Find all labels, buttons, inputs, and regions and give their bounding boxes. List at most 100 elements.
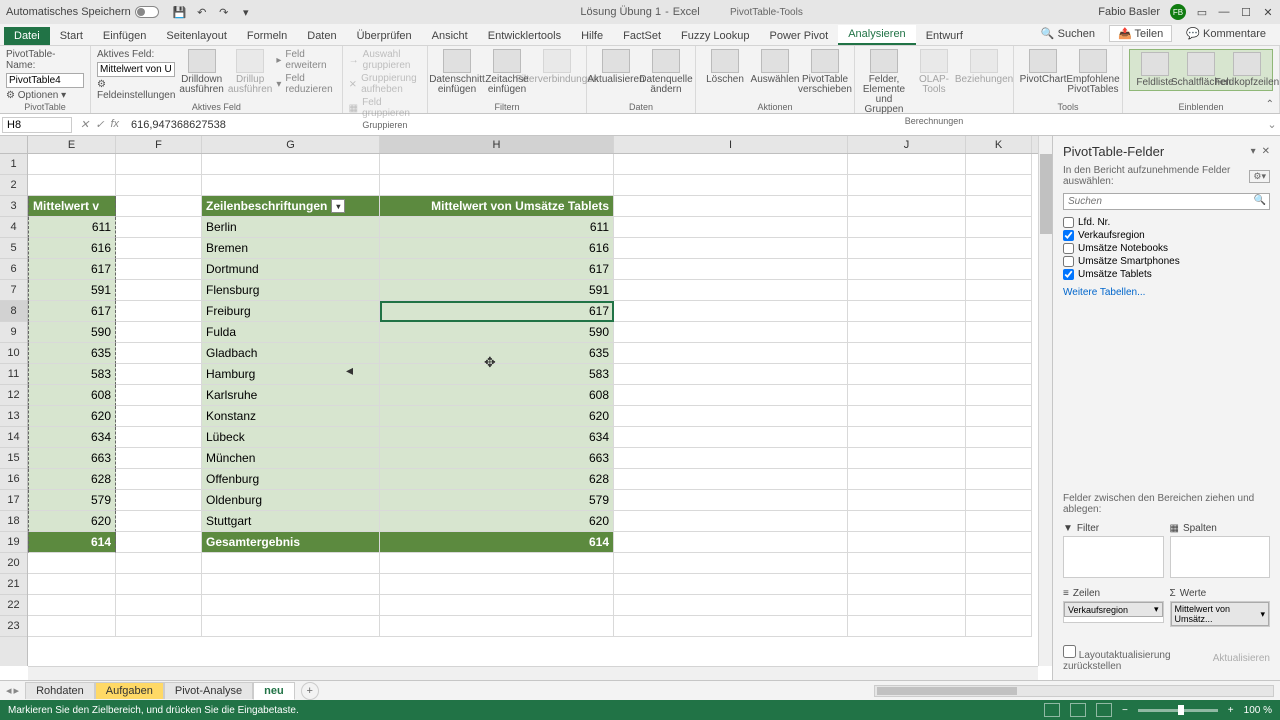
cell-empty[interactable] [966, 280, 1032, 301]
row-5[interactable]: 5 [0, 238, 27, 259]
tab-powerpivot[interactable]: Power Pivot [760, 27, 839, 45]
pivot-row-label[interactable]: Hamburg [202, 364, 380, 385]
cell-empty[interactable] [116, 259, 202, 280]
cell-empty[interactable] [380, 553, 614, 574]
sheet-tab-pivot[interactable]: Pivot-Analyse [164, 682, 253, 699]
cell-empty[interactable] [966, 217, 1032, 238]
minimize-icon[interactable]: — [1218, 6, 1230, 18]
fieldlist-search-input[interactable] [1063, 193, 1270, 210]
pivot-e-value[interactable]: 620 [28, 511, 116, 532]
pivot-total-e[interactable]: 614 [28, 532, 116, 553]
close-icon[interactable]: ✕ [1262, 6, 1274, 18]
select-all-corner[interactable] [0, 136, 28, 153]
normal-view-icon[interactable] [1044, 703, 1060, 717]
field-checkbox[interactable] [1063, 243, 1074, 254]
cell-empty[interactable] [614, 469, 848, 490]
cell-empty[interactable] [116, 553, 202, 574]
cell-empty[interactable] [202, 574, 380, 595]
user-avatar[interactable]: FB [1170, 4, 1186, 20]
recommended-button[interactable]: Empfohlene PivotTables [1070, 49, 1116, 95]
pivot-header-values[interactable]: Mittelwert von Umsätze Tablets [380, 196, 614, 217]
cell-empty[interactable] [28, 154, 116, 175]
cell-empty[interactable] [116, 595, 202, 616]
cell-empty[interactable] [848, 490, 966, 511]
cell-empty[interactable] [966, 301, 1032, 322]
pivot-e-value[interactable]: 617 [28, 259, 116, 280]
pivot-row-label[interactable]: Dortmund [202, 259, 380, 280]
olap-button[interactable]: OLAP-Tools [911, 49, 957, 95]
cell-empty[interactable] [614, 196, 848, 217]
update-button[interactable]: Aktualisieren [1213, 653, 1270, 664]
pivot-e-value[interactable]: 611 [28, 217, 116, 238]
columns-area[interactable]: ▦Spalten [1170, 521, 1271, 578]
cell-empty[interactable] [848, 196, 966, 217]
refresh-button[interactable]: Aktualisieren [593, 49, 639, 85]
cell-empty[interactable] [116, 511, 202, 532]
cell-empty[interactable] [966, 448, 1032, 469]
fieldlist-dropdown-icon[interactable]: ▾ [1251, 146, 1256, 157]
pivot-h-value[interactable]: 620 [380, 406, 614, 427]
user-name[interactable]: Fabio Basler [1098, 6, 1160, 18]
cell-empty[interactable] [614, 574, 848, 595]
tab-einfuegen[interactable]: Einfügen [93, 27, 156, 45]
tab-seitenlayout[interactable]: Seitenlayout [156, 27, 237, 45]
headers-button[interactable]: Feldkopfzeilen [1224, 52, 1270, 88]
cell-empty[interactable] [28, 574, 116, 595]
cell-empty[interactable] [966, 364, 1032, 385]
row-14[interactable]: 14 [0, 427, 27, 448]
sheet-nav[interactable]: ◂▸ [0, 684, 25, 697]
tab-formeln[interactable]: Formeln [237, 27, 297, 45]
row-6[interactable]: 6 [0, 259, 27, 280]
pivot-e-value[interactable]: 616 [28, 238, 116, 259]
defer-layout-checkbox[interactable]: Layoutaktualisierung zurückstellen [1063, 645, 1213, 672]
cell-empty[interactable] [202, 616, 380, 637]
collapse-ribbon-icon[interactable]: ⌃ [1266, 99, 1274, 110]
insert-timeline-button[interactable]: Zeitachse einfügen [484, 49, 530, 95]
row-9[interactable]: 9 [0, 322, 27, 343]
cell-empty[interactable] [28, 595, 116, 616]
pivot-e-value[interactable]: 628 [28, 469, 116, 490]
pivotchart-button[interactable]: PivotChart [1020, 49, 1066, 85]
row-3[interactable]: 3 [0, 196, 27, 217]
maximize-icon[interactable]: ☐ [1240, 6, 1252, 18]
col-G[interactable]: G [202, 136, 380, 153]
cell-empty[interactable] [614, 238, 848, 259]
cells-area[interactable]: ◂ ✥ Mittelwert vZeilenbeschriftungen▾Mit… [28, 154, 1038, 666]
fieldlist-close-icon[interactable]: ✕ [1262, 146, 1270, 157]
cell-empty[interactable] [848, 175, 966, 196]
pivot-row-label[interactable]: Flensburg [202, 280, 380, 301]
field-item[interactable]: Umsätze Tablets [1063, 268, 1270, 281]
formula-input[interactable]: 616,947368627538 [125, 119, 1264, 131]
page-layout-view-icon[interactable] [1070, 703, 1086, 717]
cell-empty[interactable] [614, 322, 848, 343]
cell-empty[interactable] [614, 532, 848, 553]
rows-pill[interactable]: Verkaufsregion▾ [1064, 602, 1163, 617]
values-area[interactable]: ΣWerte Mittelwert von Umsätz...▾ [1170, 586, 1271, 627]
pivot-e-value[interactable]: 634 [28, 427, 116, 448]
cell-empty[interactable] [848, 616, 966, 637]
drillup-button[interactable]: Drillup ausführen [228, 49, 272, 95]
col-F[interactable]: F [116, 136, 202, 153]
cell-empty[interactable] [614, 553, 848, 574]
pivot-row-label[interactable]: Lübeck [202, 427, 380, 448]
fieldlist-gear-icon[interactable]: ⚙▾ [1249, 170, 1270, 183]
cell-empty[interactable] [966, 553, 1032, 574]
pivot-h-value[interactable]: 620 [380, 511, 614, 532]
field-checkbox[interactable] [1063, 217, 1074, 228]
tab-hilfe[interactable]: Hilfe [571, 27, 613, 45]
cell-empty[interactable] [848, 343, 966, 364]
cell-empty[interactable] [116, 175, 202, 196]
cell-empty[interactable] [848, 238, 966, 259]
pivot-e-value[interactable]: 635 [28, 343, 116, 364]
pivot-h-value[interactable]: 634 [380, 427, 614, 448]
cell-empty[interactable] [116, 280, 202, 301]
insert-slicer-button[interactable]: Datenschnitt einfügen [434, 49, 480, 95]
horizontal-scrollbar-inner[interactable] [28, 666, 1038, 680]
pivot-header-rows[interactable]: Zeilenbeschriftungen▾ [202, 196, 380, 217]
cell-empty[interactable] [614, 595, 848, 616]
pivot-h-value[interactable]: 663 [380, 448, 614, 469]
field-checkbox[interactable] [1063, 269, 1074, 280]
tab-start[interactable]: Start [50, 27, 93, 45]
cell-empty[interactable] [614, 280, 848, 301]
cell-empty[interactable] [966, 196, 1032, 217]
